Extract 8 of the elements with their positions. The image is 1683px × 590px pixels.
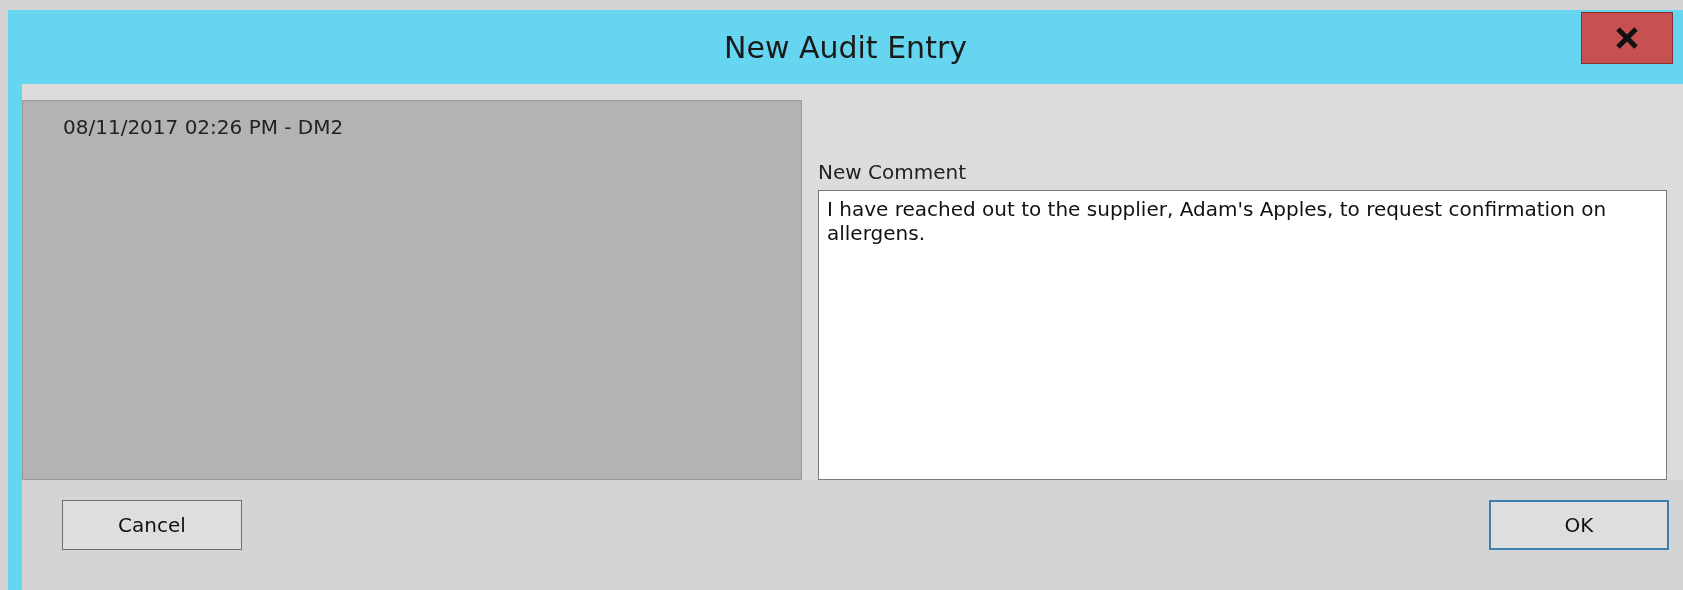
comment-label: New Comment — [818, 160, 967, 184]
close-button[interactable] — [1581, 12, 1673, 64]
window-title: New Audit Entry — [724, 29, 967, 65]
history-entry[interactable]: 08/11/2017 02:26 PM - DM2 — [63, 115, 761, 139]
cancel-button[interactable]: Cancel — [62, 500, 242, 550]
ok-button[interactable]: OK — [1489, 500, 1669, 550]
close-icon — [1614, 25, 1640, 51]
comment-field[interactable]: I have reached out to the supplier, Adam's Apples, to request confirmation on allergens. — [818, 190, 1667, 480]
